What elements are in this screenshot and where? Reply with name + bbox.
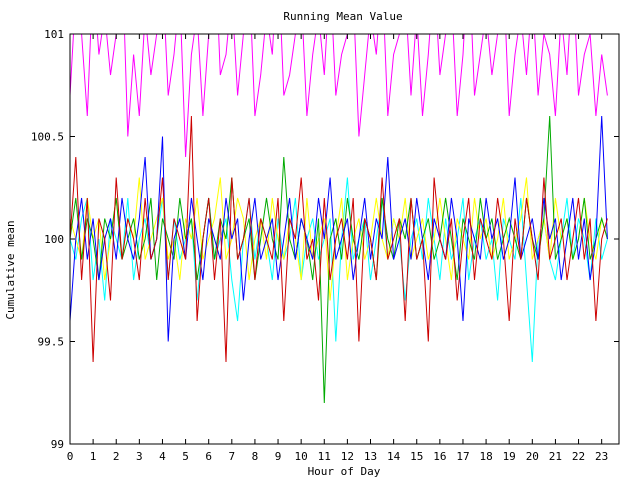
x-tick-label: 6	[205, 450, 212, 463]
x-tick-label: 9	[275, 450, 282, 463]
series-line-1	[70, 34, 608, 158]
y-tick-label: 101	[44, 28, 64, 41]
x-tick-label: 3	[136, 450, 143, 463]
x-tick-label: 1	[90, 450, 97, 463]
y-tick-label: 100	[44, 233, 64, 246]
series-layer	[70, 34, 608, 404]
x-tick-label: 13	[364, 450, 377, 463]
y-tick-label: 99.5	[38, 336, 65, 349]
series-line-2	[70, 177, 608, 363]
x-tick-label: 20	[526, 450, 539, 463]
x-tick-label: 11	[318, 450, 331, 463]
x-tick-label: 21	[549, 450, 562, 463]
x-tick-label: 23	[595, 450, 608, 463]
x-tick-label: 12	[341, 450, 354, 463]
x-tick-label: 19	[503, 450, 516, 463]
y-tick-label: 100.5	[31, 131, 64, 144]
y-tick-label: 99	[51, 438, 64, 451]
x-tick-label: 2	[113, 450, 120, 463]
x-tick-label: 14	[387, 450, 401, 463]
x-tick-label: 17	[456, 450, 469, 463]
x-tick-label: 5	[182, 450, 189, 463]
x-tick-label: 4	[159, 450, 166, 463]
y-axis-label: Cumulative mean	[4, 220, 17, 319]
x-tick-label: 8	[252, 450, 259, 463]
x-tick-label: 10	[295, 450, 308, 463]
x-tick-label: 15	[410, 450, 423, 463]
x-tick-label: 16	[433, 450, 446, 463]
x-tick-label: 7	[228, 450, 235, 463]
x-axis-label: Hour of Day	[308, 465, 381, 478]
running-mean-chart: Running Mean Value 0 1 2 3 4 5 6 7 8 9 10 11 12 13 14 1…	[4, 10, 620, 478]
x-tick-label: 0	[67, 450, 74, 463]
x-tick-label: 18	[479, 450, 492, 463]
x-tick-label: 22	[572, 450, 585, 463]
chart-title: Running Mean Value	[283, 10, 402, 23]
